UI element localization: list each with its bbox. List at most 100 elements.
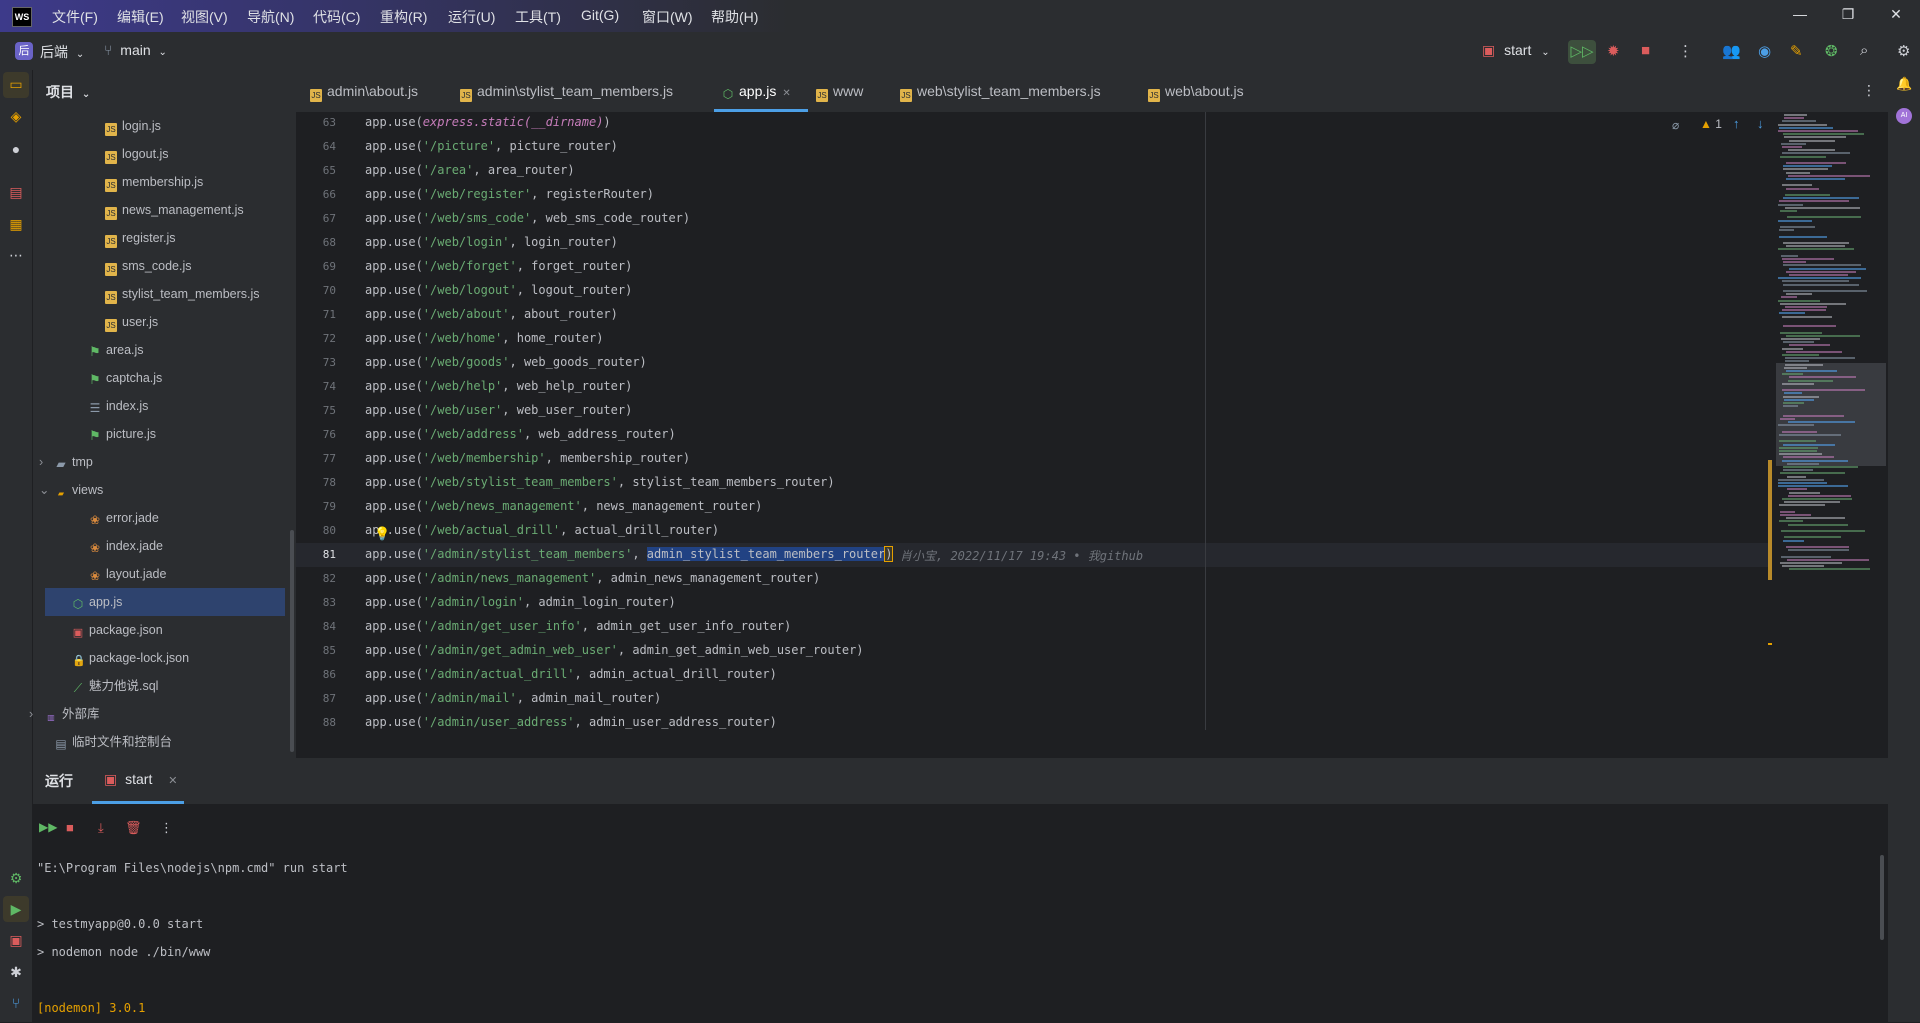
code-line[interactable]: app.use('/admin/login', admin_login_rout… — [365, 595, 676, 609]
tree-item[interactable]: JS user.js — [45, 308, 285, 336]
problems-icon[interactable]: ✱ — [8, 964, 24, 981]
project-scrollbar[interactable] — [290, 530, 294, 752]
restore-button[interactable]: ❐ — [1838, 6, 1858, 23]
more-icon[interactable]: ⋮ — [160, 820, 173, 836]
code-line[interactable]: app.use('/web/membership', membership_ro… — [365, 451, 690, 465]
menu-item[interactable]: 重构(R) — [380, 7, 427, 27]
previous-highlight-icon[interactable]: ↑ — [1733, 116, 1740, 131]
menu-item[interactable]: 运行(U) — [448, 7, 495, 27]
menu-item[interactable]: 导航(N) — [247, 7, 294, 27]
code-line[interactable]: app.use('/web/news_management', news_man… — [365, 499, 762, 513]
chevron-right-icon[interactable]: › — [39, 448, 49, 476]
debug-icon[interactable]: ✹ — [1607, 42, 1620, 60]
code-editor[interactable] — [296, 112, 1888, 730]
tree-item[interactable]: JS logout.js — [45, 140, 285, 168]
ai-chat-icon[interactable]: AI — [1896, 108, 1912, 124]
tree-item[interactable]: ⬡ app.js — [45, 588, 285, 616]
clear-console-icon[interactable]: 🗑 — [125, 820, 142, 836]
code-line[interactable]: app.use('/web/register', registerRouter) — [365, 187, 654, 201]
more-actions-icon[interactable]: ⋮ — [1678, 42, 1693, 60]
tree-item[interactable]: ⚑ captcha.js — [45, 364, 285, 392]
code-line[interactable]: app.use('/admin/stylist_team_members', a… — [365, 546, 894, 562]
tree-item[interactable]: 🔒 package-lock.json — [45, 644, 285, 672]
terminal-icon[interactable]: ▣ — [8, 932, 24, 949]
build-tools-icon[interactable]: ✎ — [1790, 42, 1803, 60]
code-line[interactable]: app.use('/web/login', login_router) — [365, 235, 618, 249]
notifications-icon[interactable]: 🔔 — [1896, 76, 1912, 92]
code-line[interactable]: app.use('/web/about', about_router) — [365, 307, 618, 321]
close-tab-icon[interactable]: ✕ — [782, 88, 790, 99]
project-badge[interactable]: 后 — [15, 42, 33, 60]
tree-item[interactable]: › ▥ 外部库 — [29, 700, 285, 728]
menu-item[interactable]: 窗口(W) — [642, 7, 693, 27]
structure-icon[interactable]: ▦ — [8, 216, 24, 233]
tree-item[interactable]: JS sms_code.js — [45, 252, 285, 280]
code-line[interactable]: app.use('/web/user', web_user_router) — [365, 403, 632, 417]
stop-icon[interactable]: ■ — [66, 820, 74, 835]
warnings-indicator[interactable]: ▲ 1 — [1700, 117, 1722, 131]
code-line[interactable]: app.use('/web/goods', web_goods_router) — [365, 355, 647, 369]
editor-tab[interactable]: JS www — [816, 70, 888, 112]
tree-item[interactable]: JS stylist_team_members.js — [45, 280, 285, 308]
search-icon[interactable]: ⌕ — [1860, 42, 1868, 59]
menu-item[interactable]: 编辑(E) — [117, 7, 164, 27]
run-config-selector[interactable]: ▣ start ⌄ — [1482, 42, 1550, 59]
menu-item[interactable]: 视图(V) — [181, 7, 228, 27]
tree-item[interactable]: ❀ layout.jade — [45, 560, 285, 588]
tree-item[interactable]: ⌄ ▰ views — [39, 476, 285, 504]
tree-item[interactable]: ⚑ area.js — [45, 336, 285, 364]
more-tools-icon[interactable]: ⋯ — [8, 247, 24, 264]
menu-item[interactable]: 代码(C) — [313, 7, 360, 27]
chevron-right-icon[interactable]: › — [29, 700, 39, 728]
code-line[interactable]: app.use('/admin/get_user_info', admin_ge… — [365, 619, 791, 633]
branch-selector[interactable]: ⑂ main ⌄ — [104, 42, 167, 58]
settings-icon[interactable]: ⚙ — [1897, 42, 1910, 60]
code-line[interactable]: app.use('/web/logout', logout_router) — [365, 283, 632, 297]
code-line[interactable]: app.use('/admin/user_address', admin_use… — [365, 715, 777, 729]
code-with-me-icon[interactable]: 👥 — [1722, 42, 1741, 60]
menu-item[interactable]: 帮助(H) — [711, 7, 758, 27]
stop-icon[interactable]: ■ — [1641, 42, 1650, 59]
close-window-button[interactable]: ✕ — [1886, 6, 1906, 23]
git-icon[interactable]: ⑂ — [8, 995, 24, 1011]
project-tool-icon[interactable]: ▭ — [8, 76, 24, 93]
tabs-more-icon[interactable]: ⋮ — [1862, 82, 1876, 99]
code-line[interactable]: app.use('/web/forget', forget_router) — [365, 259, 632, 273]
tree-item[interactable]: JS register.js — [45, 224, 285, 252]
code-line[interactable]: app.use('/web/address', web_address_rout… — [365, 427, 676, 441]
run-tool-icon[interactable]: ▶ — [8, 901, 24, 918]
code-line[interactable]: app.use('/admin/mail', admin_mail_router… — [365, 691, 661, 705]
code-line[interactable]: app.use('/admin/actual_drill', admin_act… — [365, 667, 777, 681]
tree-item[interactable]: ☰ index.js — [45, 392, 285, 420]
code-line[interactable]: app.use('/web/actual_drill', actual_dril… — [365, 523, 719, 537]
chevron-down-icon[interactable]: ⌄ — [39, 476, 49, 504]
services-icon[interactable]: ⚙ — [8, 870, 24, 887]
next-highlight-icon[interactable]: ↓ — [1757, 116, 1764, 131]
editor-tab[interactable]: JS admin\about.js — [310, 70, 446, 112]
intention-bulb-icon[interactable]: 💡 — [374, 526, 390, 542]
editor-tab[interactable]: JS web\about.js — [1148, 70, 1278, 112]
tree-item[interactable]: ⟋ 魅力他说.sql — [45, 672, 285, 700]
code-line[interactable]: app.use('/web/stylist_team_members', sty… — [365, 475, 835, 489]
rerun-icon[interactable]: ▷▷ — [1568, 40, 1596, 64]
menu-item[interactable]: 工具(T) — [515, 7, 561, 27]
commit-icon[interactable]: ◈ — [8, 108, 24, 125]
code-line[interactable]: app.use('/web/sms_code', web_sms_code_ro… — [365, 211, 690, 225]
code-line[interactable]: app.use('/admin/news_management', admin_… — [365, 571, 820, 585]
git-blame-inlay[interactable]: 肖小宝, 2022/11/17 19:43 • 我github — [900, 547, 1143, 564]
plugin-icon[interactable]: ❂ — [1825, 42, 1838, 60]
tree-item[interactable]: ▤ 临时文件和控制台 — [45, 728, 285, 756]
menu-item[interactable]: 文件(F) — [52, 7, 98, 27]
code-line[interactable]: app.use(express.static(__dirname)) — [365, 115, 611, 129]
tree-item[interactable]: ⚑ picture.js — [45, 420, 285, 448]
editor-tab[interactable]: JS web\stylist_team_members.js — [900, 70, 1136, 112]
code-line[interactable]: app.use('/area', area_router) — [365, 163, 575, 177]
code-line[interactable]: app.use('/picture', picture_router) — [365, 139, 618, 153]
menu-item[interactable]: Git(G) — [581, 7, 619, 23]
tree-item[interactable]: JS membership.js — [45, 168, 285, 196]
project-selector[interactable]: 后端 ⌄ — [40, 42, 84, 62]
bookmarks-icon[interactable]: ▤ — [8, 184, 24, 201]
scroll-to-end-icon[interactable]: ⤓ — [98, 820, 104, 836]
project-panel-header[interactable]: 项目 ⌄ — [46, 82, 90, 102]
github-icon[interactable]: ● — [8, 141, 24, 157]
